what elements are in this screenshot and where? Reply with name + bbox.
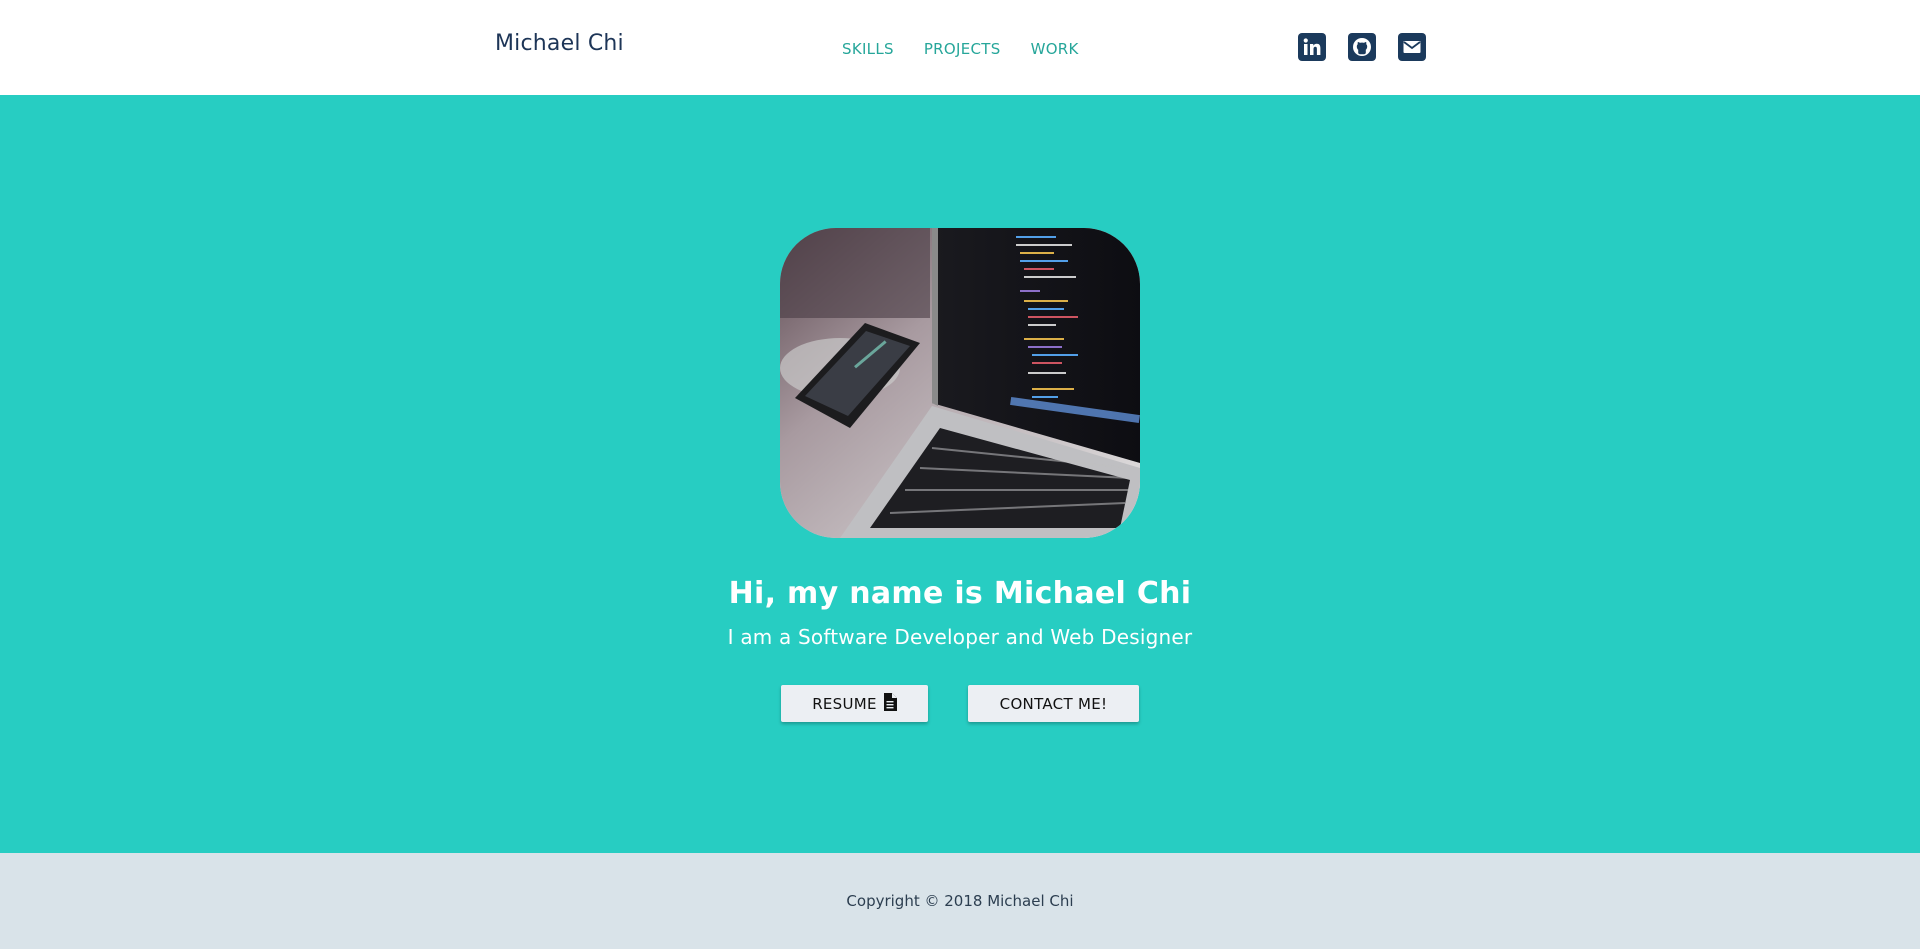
resume-button-label: RESUME	[812, 694, 877, 713]
hero-greeting: Hi, my name is Michael Chi	[728, 576, 1192, 611]
site-footer: Copyright © 2018 Michael Chi	[0, 853, 1920, 949]
social-links	[1298, 33, 1426, 61]
resume-button[interactable]: RESUME	[781, 685, 928, 722]
site-header: Michael Chi SKILLS PROJECTS WORK	[0, 0, 1920, 95]
hero-tagline: I am a Software Developer and Web Design…	[727, 625, 1193, 649]
contact-button[interactable]: CONTACT ME!	[968, 685, 1139, 722]
file-icon	[883, 692, 897, 715]
laptop-code-photo	[780, 228, 1140, 538]
contact-button-label: CONTACT ME!	[999, 694, 1108, 713]
brand-name[interactable]: Michael Chi	[495, 31, 624, 56]
nav-link-projects[interactable]: PROJECTS	[924, 40, 1001, 58]
copyright-text: Copyright © 2018 Michael Chi	[846, 892, 1074, 910]
github-icon[interactable]	[1348, 33, 1376, 61]
nav-link-skills[interactable]: SKILLS	[842, 40, 894, 58]
main-nav: SKILLS PROJECTS WORK	[842, 40, 1079, 58]
hero-section: Hi, my name is Michael Chi I am a Softwa…	[0, 95, 1920, 853]
nav-link-work[interactable]: WORK	[1031, 40, 1079, 58]
email-icon[interactable]	[1398, 33, 1426, 61]
linkedin-icon[interactable]	[1298, 33, 1326, 61]
